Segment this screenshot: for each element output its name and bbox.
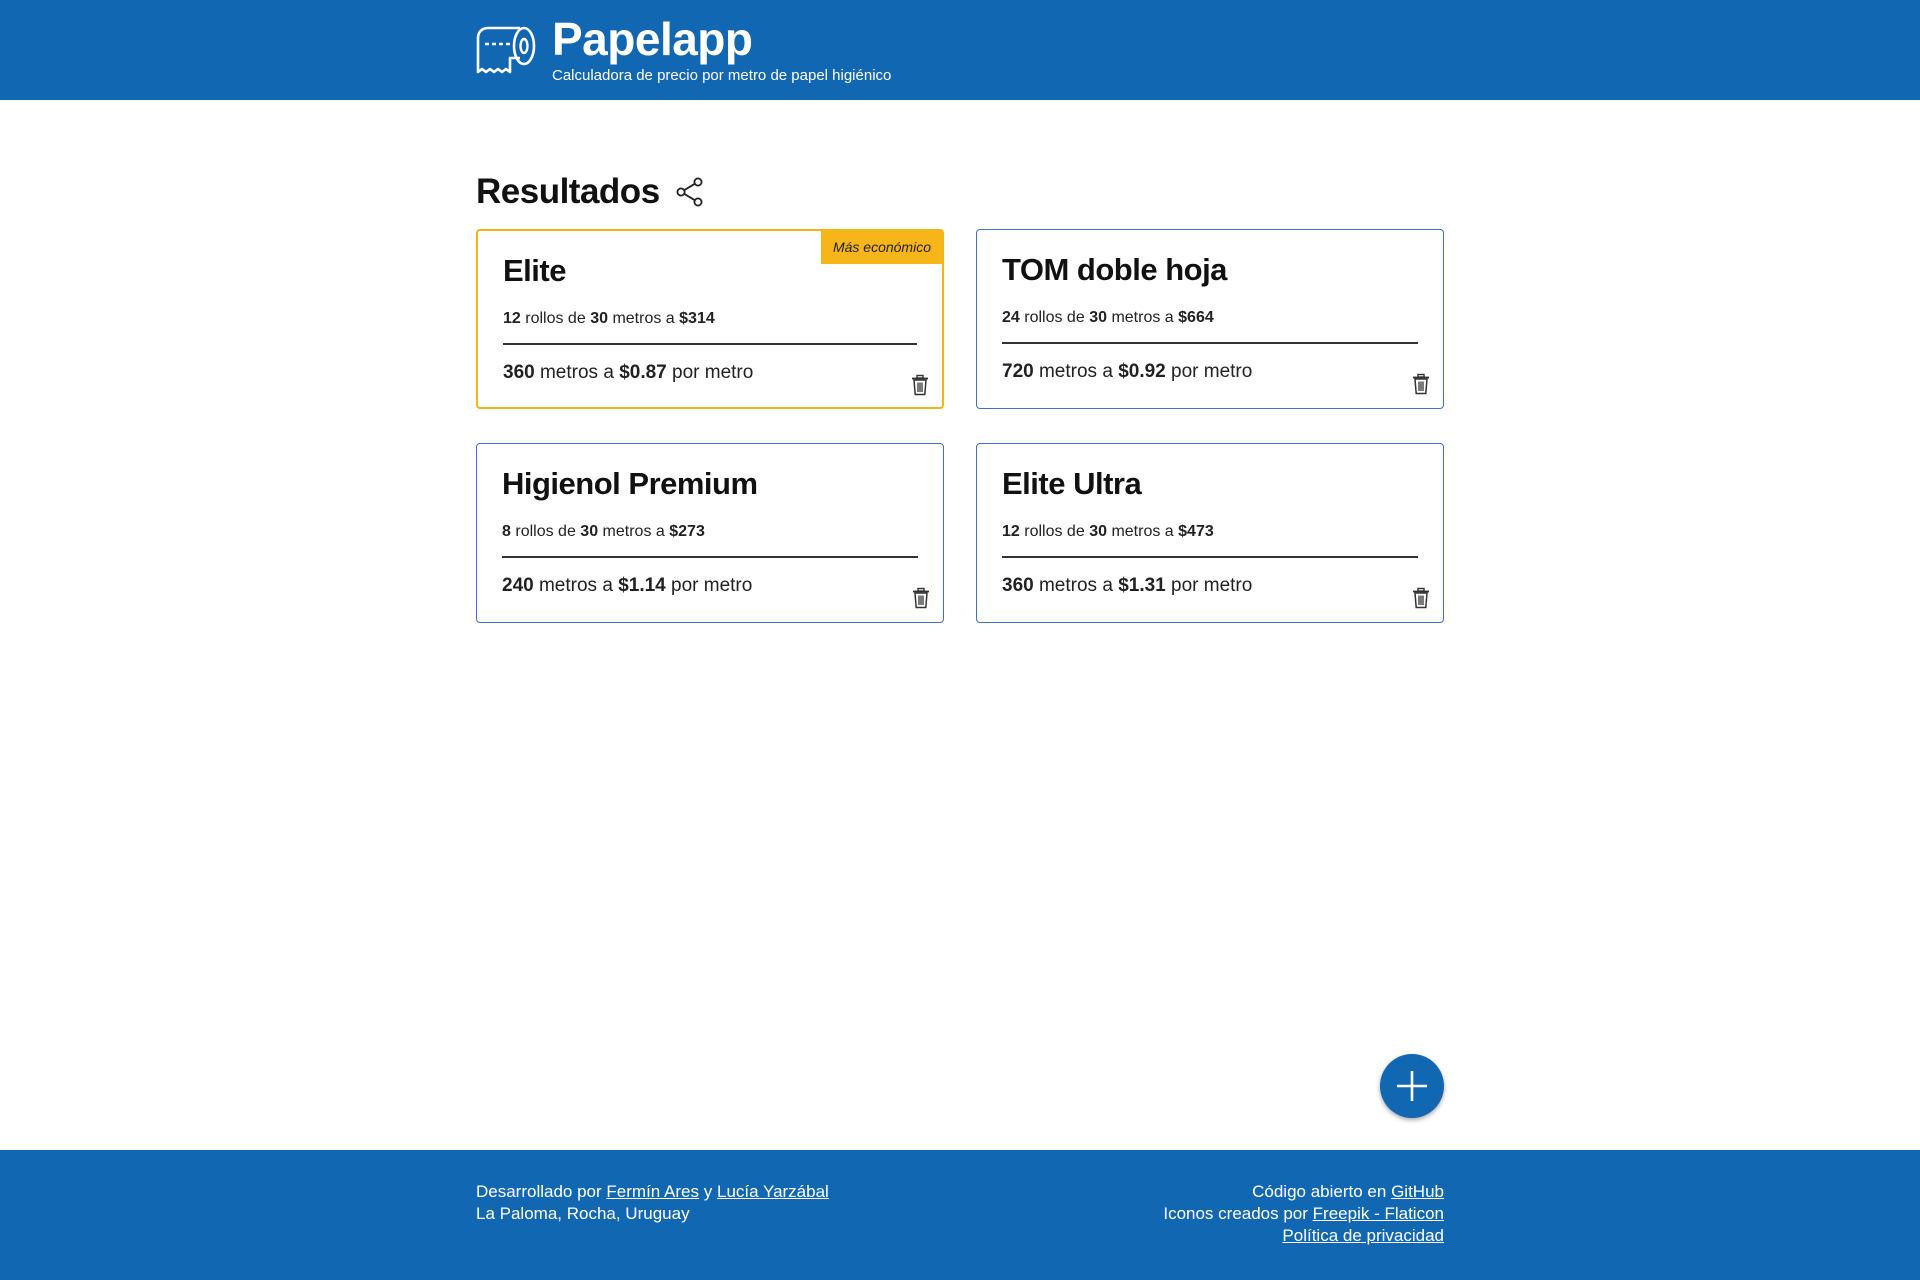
product-summary: 720 metros a $0.92 por metro — [1002, 361, 1253, 382]
brand[interactable]: Papelapp Calculadora de precio por metro… — [476, 12, 891, 88]
privacy-policy-link[interactable]: Política de privacidad — [1282, 1226, 1444, 1245]
product-detail: 12 rollos de 30 metros a $473 — [1002, 523, 1214, 540]
app-title: Papelapp — [552, 13, 753, 65]
share-icon — [676, 177, 703, 207]
product-summary: 360 metros a $0.87 por metro — [503, 362, 754, 383]
share-button[interactable] — [676, 176, 706, 208]
results-heading: Resultados — [476, 168, 706, 216]
product-card: Higienol Premium 8 rollos de 30 metros a… — [476, 443, 944, 623]
product-summary: 240 metros a $1.14 por metro — [502, 575, 753, 596]
footer: Desarrollado por Fermín Ares y Lucía Yar… — [0, 1150, 1920, 1280]
product-summary: 360 metros a $1.31 por metro — [1002, 575, 1253, 596]
cheapest-badge: Más económico — [820, 230, 943, 264]
toilet-paper-roll-icon — [476, 26, 536, 74]
product-card: TOM doble hoja 24 rollos de 30 metros a … — [976, 229, 1444, 409]
card-divider — [502, 556, 918, 558]
product-detail: 8 rollos de 30 metros a $273 — [502, 523, 705, 540]
github-link[interactable]: GitHub — [1391, 1182, 1444, 1201]
card-divider — [1002, 342, 1418, 344]
product-name: TOM doble hoja — [1002, 252, 1227, 287]
product-card: Más económico Elite 12 rollos de 30 metr… — [476, 229, 944, 409]
card-divider — [1002, 556, 1418, 558]
footer-location: La Paloma, Rocha, Uruguay — [476, 1204, 690, 1223]
product-name: Elite — [503, 253, 566, 288]
author-link-lucia[interactable]: Lucía Yarzábal — [717, 1182, 829, 1201]
product-name: Elite Ultra — [1002, 466, 1142, 501]
add-product-button[interactable] — [1380, 1054, 1444, 1118]
footer-credits: Desarrollado por Fermín Ares y Lucía Yar… — [476, 1182, 829, 1223]
app-subtitle: Calculadora de precio por metro de papel… — [552, 67, 892, 84]
trash-icon[interactable] — [1411, 373, 1431, 395]
results-title: Resultados — [476, 172, 660, 211]
plus-icon — [1397, 1071, 1427, 1101]
trash-icon[interactable] — [910, 374, 930, 396]
product-detail: 24 rollos de 30 metros a $664 — [1002, 309, 1214, 326]
footer-links: Código abierto en GitHub Iconos creados … — [1163, 1182, 1444, 1245]
top-app-bar: Papelapp Calculadora de precio por metro… — [0, 0, 1920, 100]
card-divider — [503, 343, 917, 345]
product-detail: 12 rollos de 30 metros a $314 — [503, 310, 715, 327]
freepik-link[interactable]: Freepik - Flaticon — [1313, 1204, 1444, 1223]
trash-icon[interactable] — [1411, 587, 1431, 609]
author-link-fermin[interactable]: Fermín Ares — [606, 1182, 699, 1201]
product-name: Higienol Premium — [502, 466, 758, 501]
trash-icon[interactable] — [911, 587, 931, 609]
product-card: Elite Ultra 12 rollos de 30 metros a $47… — [976, 443, 1444, 623]
